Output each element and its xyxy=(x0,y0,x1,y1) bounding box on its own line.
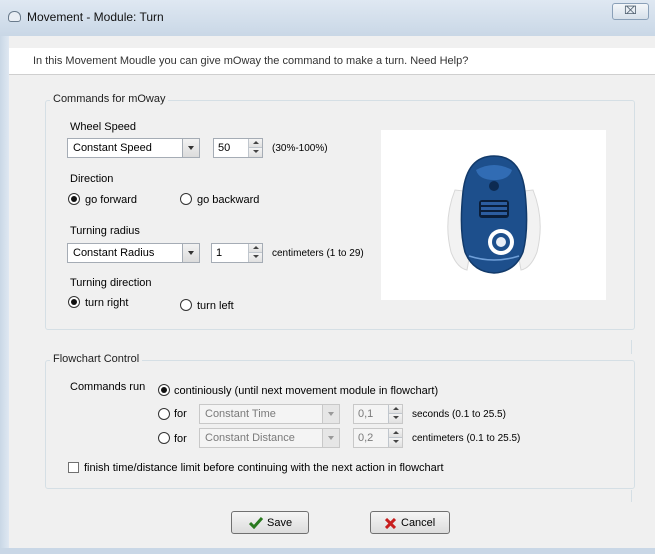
commands-run-label: Commands run xyxy=(70,381,146,393)
turning-radius-stepper[interactable]: 1 xyxy=(211,243,263,263)
cancel-label: Cancel xyxy=(401,517,436,529)
app-icon xyxy=(8,11,21,22)
stepper-buttons xyxy=(388,429,402,447)
help-text[interactable]: In this Movement Moudle you can give mOw… xyxy=(33,55,468,67)
stepper-up-icon[interactable] xyxy=(389,405,402,414)
turning-radius-mode-select[interactable]: Constant Radius xyxy=(67,243,200,263)
turning-radius-label: Turning radius xyxy=(70,225,140,237)
distance-stepper[interactable]: 0,2 xyxy=(353,428,403,448)
cancel-button[interactable]: Cancel xyxy=(370,511,450,534)
turn-right-label[interactable]: turn right xyxy=(85,297,128,309)
save-label: Save xyxy=(267,517,293,529)
x-icon xyxy=(385,518,396,529)
continuous-radio[interactable] xyxy=(158,384,170,396)
direction-label: Direction xyxy=(70,173,114,185)
moway-image xyxy=(381,130,606,300)
save-button[interactable]: Save xyxy=(231,511,309,534)
distance-unit: centimeters (0.1 to 25.5) xyxy=(412,433,521,444)
wheel-speed-mode-value: Constant Speed xyxy=(73,142,152,154)
wheel-speed-label: Wheel Speed xyxy=(70,121,137,133)
for-distance-label[interactable]: for xyxy=(174,433,187,445)
stepper-down-icon[interactable] xyxy=(249,253,262,262)
for-time-radio[interactable] xyxy=(158,408,170,420)
turning-direction-label: Turning direction xyxy=(70,277,152,289)
go-backward-radio[interactable] xyxy=(180,193,192,205)
distance-value: 0,2 xyxy=(358,432,374,444)
window-title: Movement - Module: Turn xyxy=(27,10,164,24)
stepper-down-icon[interactable] xyxy=(249,148,262,157)
stepper-up-icon[interactable] xyxy=(389,429,402,438)
time-unit: seconds (0.1 to 25.5) xyxy=(412,409,506,420)
stepper-up-icon[interactable] xyxy=(249,244,262,253)
close-icon: ⌧ xyxy=(624,5,637,17)
close-button[interactable]: ⌧ xyxy=(612,3,649,20)
finish-limit-label[interactable]: finish time/distance limit before contin… xyxy=(84,462,444,474)
time-stepper[interactable]: 0,1 xyxy=(353,404,403,424)
time-value: 0,1 xyxy=(358,408,374,420)
turn-left-radio[interactable] xyxy=(180,299,192,311)
continuous-label[interactable]: continiously (until next movement module… xyxy=(174,385,438,397)
go-forward-radio[interactable] xyxy=(68,193,80,205)
for-time-label[interactable]: for xyxy=(174,408,187,420)
chevron-down-icon[interactable] xyxy=(322,405,339,423)
stepper-buttons xyxy=(388,405,402,423)
divider xyxy=(631,490,632,502)
stepper-down-icon[interactable] xyxy=(389,414,402,423)
stepper-up-icon[interactable] xyxy=(249,139,262,148)
wheel-speed-range: (30%-100%) xyxy=(272,143,328,154)
chevron-down-icon[interactable] xyxy=(182,244,199,262)
turn-left-label[interactable]: turn left xyxy=(197,300,234,312)
stepper-buttons xyxy=(248,139,262,157)
moway-robot-icon xyxy=(447,155,541,274)
turning-radius-value: 1 xyxy=(216,247,223,259)
chevron-down-icon[interactable] xyxy=(182,139,199,157)
finish-limit-checkbox[interactable] xyxy=(68,462,79,473)
go-forward-label[interactable]: go forward xyxy=(85,194,137,206)
divider xyxy=(631,340,632,354)
turning-radius-unit: centimeters (1 to 29) xyxy=(272,248,364,259)
checkmark-icon xyxy=(249,517,263,529)
stepper-down-icon[interactable] xyxy=(389,438,402,447)
go-backward-label[interactable]: go backward xyxy=(197,194,259,206)
flowchart-group-title: Flowchart Control xyxy=(50,353,143,365)
chevron-down-icon[interactable] xyxy=(322,429,339,447)
turn-right-radio[interactable] xyxy=(68,296,80,308)
dialog-window: Movement - Module: Turn ⌧ In this Moveme… xyxy=(0,0,655,554)
distance-mode-value: Constant Distance xyxy=(205,432,295,444)
wheel-speed-stepper[interactable]: 50 xyxy=(213,138,263,158)
window-frame-left xyxy=(0,36,9,554)
time-mode-select[interactable]: Constant Time xyxy=(199,404,340,424)
stepper-buttons xyxy=(248,244,262,262)
for-distance-radio[interactable] xyxy=(158,432,170,444)
distance-mode-select[interactable]: Constant Distance xyxy=(199,428,340,448)
commands-group-title: Commands for mOway xyxy=(50,93,169,105)
turning-radius-mode-value: Constant Radius xyxy=(73,247,155,259)
window-frame-bottom xyxy=(0,548,655,554)
title-bar: Movement - Module: Turn ⌧ xyxy=(0,0,655,36)
wheel-speed-mode-select[interactable]: Constant Speed xyxy=(67,138,200,158)
wheel-speed-value: 50 xyxy=(218,142,231,154)
time-mode-value: Constant Time xyxy=(205,408,276,420)
